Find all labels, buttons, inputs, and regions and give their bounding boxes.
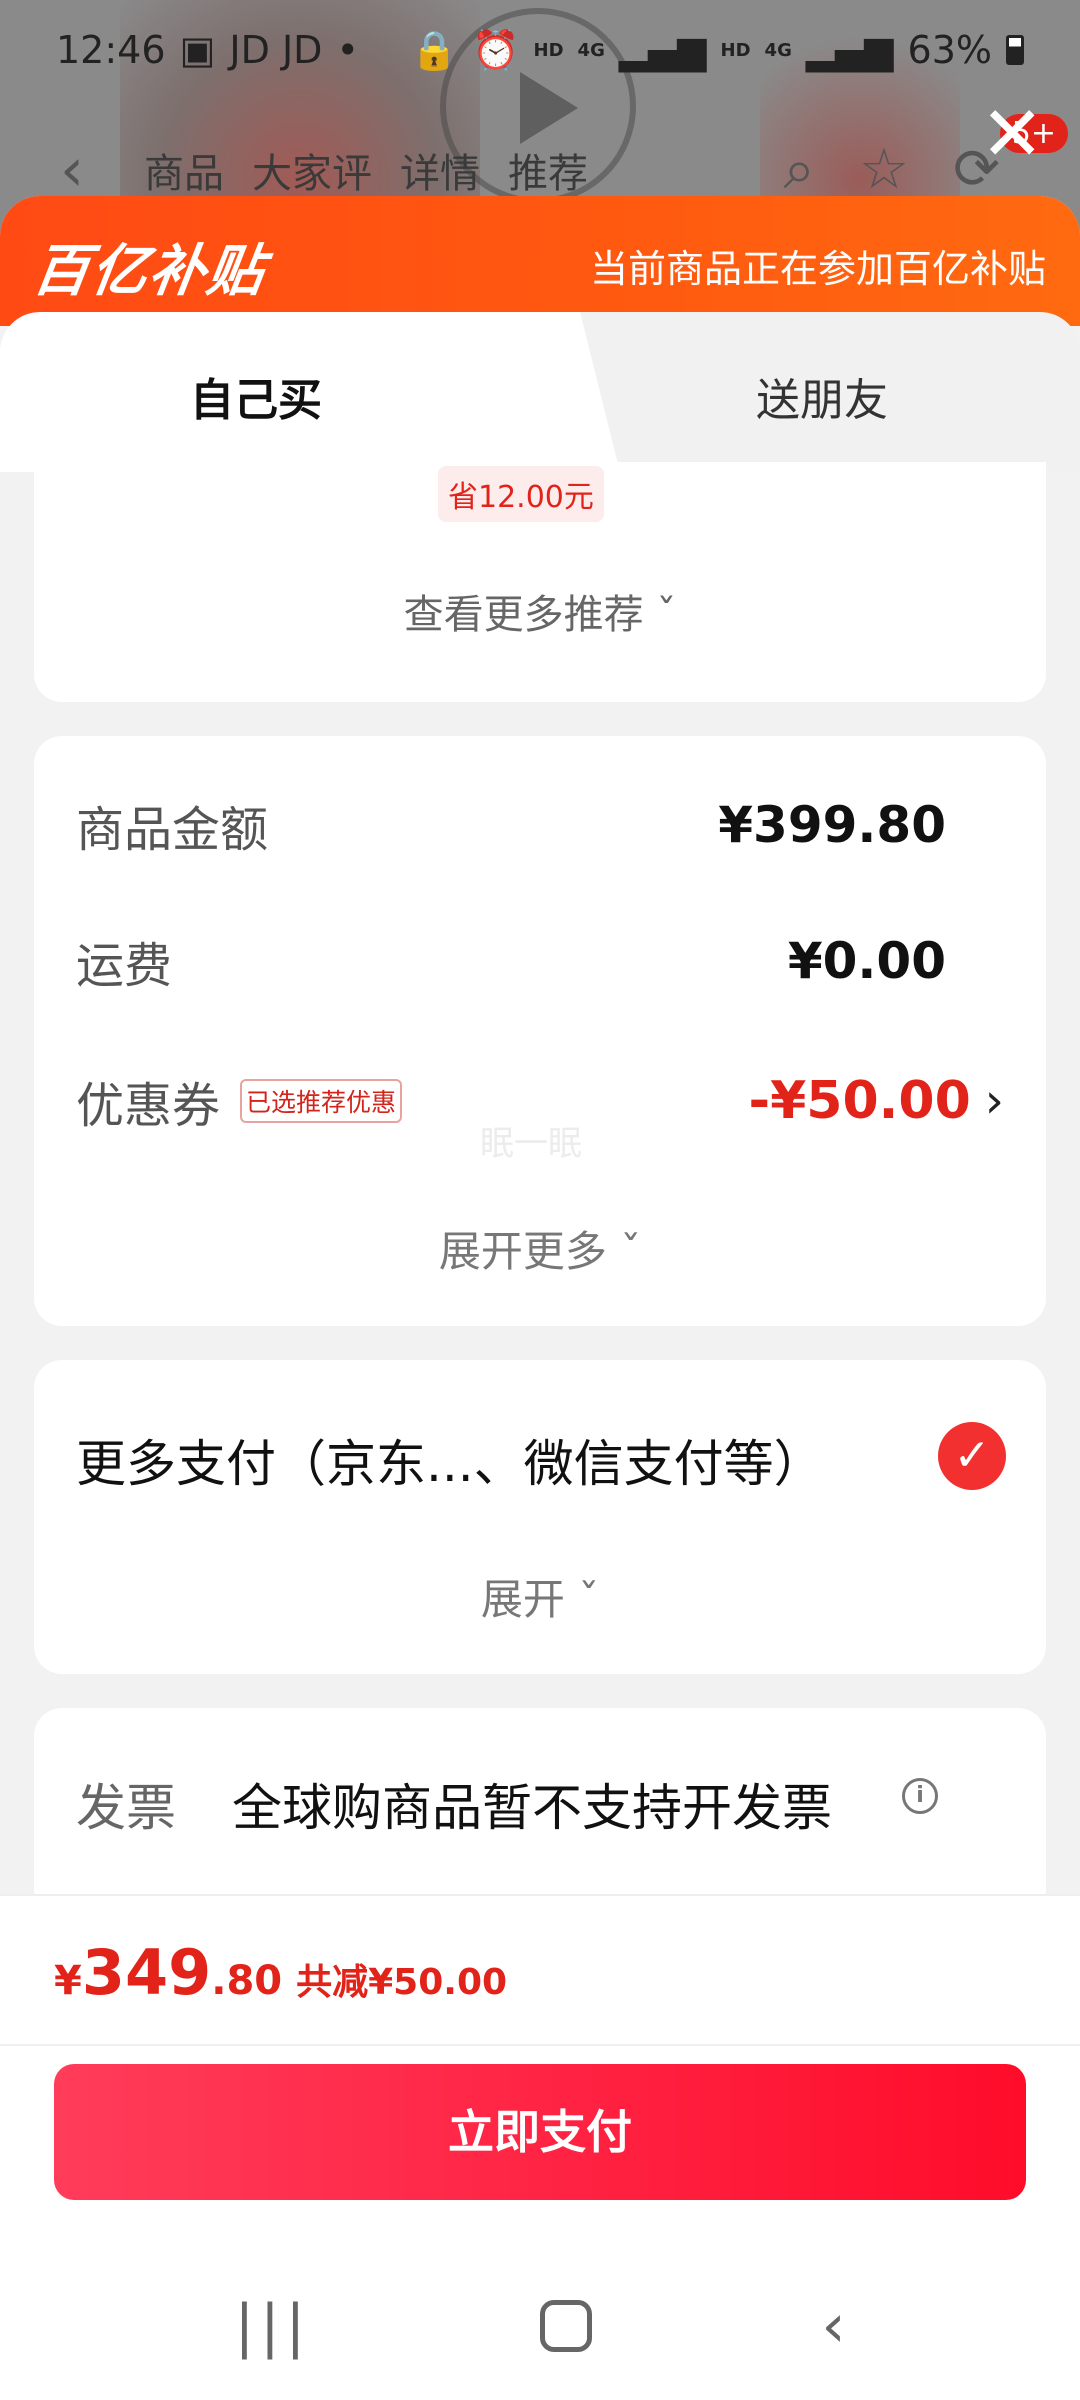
bg-tab-details: 详情	[400, 151, 480, 197]
status-bar: 12:46 ▣ JD JD • 🔒 ⏰ HD 4G ▂▄▆ HD 4G ▂▄▆ …	[0, 0, 1080, 100]
price-integer: 349	[81, 1936, 212, 2009]
signal-icon: ▂▄▆	[618, 28, 707, 72]
battery-percent: 63%	[907, 28, 992, 72]
total-savings: 共减¥50.00	[296, 1962, 508, 2003]
back-arrow-icon: ‹	[60, 135, 84, 205]
home-icon[interactable]	[540, 2300, 593, 2352]
goods-amount-row: 商品金额 ¥399.80	[76, 790, 1004, 860]
coupon-tag: 已选推荐优惠	[240, 1079, 403, 1123]
sheet-content[interactable]: 省12.00元 查看更多推荐 ˇ 商品金额 ¥399.80 运费 ¥0.00 优…	[0, 462, 1080, 1928]
tab-send-friend-label: 送朋友	[756, 375, 888, 426]
subsidy-banner: 百亿补贴 当前商品正在参加百亿补贴	[0, 196, 1080, 326]
signal-icon-2: ▂▄▆	[805, 28, 894, 72]
currency-symbol: ¥	[54, 1958, 82, 2004]
more-recommend-label: 查看更多推荐	[403, 592, 644, 638]
expand-payment-label: 展开	[480, 1575, 565, 1624]
tab-buy-myself-label: 自己买	[190, 375, 322, 426]
expand-more-link[interactable]: 展开更多 ˇ	[34, 1218, 1046, 1279]
chevron-down-icon: ˇ	[620, 1227, 642, 1276]
expand-more-label: 展开更多	[438, 1227, 607, 1276]
network-4g-indicator: 4G	[577, 39, 605, 61]
pay-now-button[interactable]: 立即支付	[54, 2064, 1026, 2200]
search-icon: ⌕	[783, 137, 815, 202]
info-icon[interactable]: i	[902, 1778, 938, 1814]
bg-tab-reviews: 大家评	[252, 151, 372, 197]
checkout-bar: ¥ 349 .80 共减¥50.00 立即支付 ||| ‹	[0, 1894, 1080, 2400]
price-decimal: .80	[211, 1958, 283, 2004]
tab-send-friend[interactable]: 送朋友	[540, 312, 1080, 472]
watermark-text: 眠一眠	[480, 1124, 582, 1164]
recent-apps-icon[interactable]: |||	[235, 2292, 312, 2360]
bg-tab-recommend: 推荐	[508, 151, 588, 197]
checkmark-icon[interactable]: ✓	[938, 1422, 1006, 1490]
notification-dot: •	[336, 28, 359, 72]
lock-icon: 🔒	[410, 27, 459, 72]
hd-indicator-2: HD	[720, 39, 751, 61]
coupon-value: -¥50.00	[748, 1071, 971, 1131]
star-icon: ☆	[858, 137, 910, 202]
chevron-right-icon: ›	[984, 1073, 1004, 1129]
coupon-label: 优惠券	[76, 1078, 221, 1134]
subsidy-logo: 百亿补贴	[28, 239, 270, 304]
chevron-down-icon: ˇ	[578, 1575, 600, 1624]
bg-tab-product: 商品	[144, 151, 224, 197]
goods-amount-label: 商品金额	[76, 802, 269, 858]
close-icon[interactable]: ✕	[980, 96, 1044, 172]
shipping-row: 运费 ¥0.00	[76, 926, 1004, 996]
payment-method-label: 更多支付（京东...、微信支付等）	[76, 1435, 824, 1493]
gallery-icon: ▣	[179, 28, 216, 72]
shipping-value: ¥0.00	[787, 932, 946, 990]
expand-payment-link[interactable]: 展开 ˇ	[34, 1566, 1046, 1627]
network-4g-indicator-2: 4G	[764, 39, 792, 61]
chevron-down-icon: ˇ	[656, 592, 677, 638]
invoice-label: 发票	[76, 1779, 176, 1837]
save-tag: 省12.00元	[438, 466, 604, 522]
purchase-tabs: 送朋友 自己买	[0, 312, 1080, 472]
recommend-card: 省12.00元 查看更多推荐 ˇ	[34, 462, 1046, 702]
notification-apps: JD JD	[229, 28, 323, 72]
alarm-icon: ⏰	[472, 27, 520, 72]
goods-amount-value: ¥399.80	[718, 796, 946, 854]
shipping-label: 运费	[76, 938, 173, 994]
payment-card[interactable]: 更多支付（京东...、微信支付等） ✓ 展开 ˇ	[34, 1360, 1046, 1674]
amount-card: 商品金额 ¥399.80 运费 ¥0.00 优惠券 已选推荐优惠 -¥50.00…	[34, 736, 1046, 1326]
divider	[0, 2044, 1080, 2046]
total-price: ¥ 349 .80 共减¥50.00	[54, 1936, 507, 2009]
hd-indicator: HD	[533, 39, 564, 61]
system-nav-bar: ||| ‹	[0, 2266, 1080, 2386]
battery-icon	[1006, 35, 1024, 65]
subsidy-note: 当前商品正在参加百亿补贴	[589, 247, 1046, 291]
back-icon[interactable]: ‹	[821, 2291, 845, 2361]
clock: 12:46	[56, 28, 166, 72]
invoice-text: 全球购商品暂不支持开发票	[232, 1779, 832, 1837]
more-recommend-link[interactable]: 查看更多推荐 ˇ	[34, 582, 1046, 640]
tab-buy-myself[interactable]: 自己买	[0, 312, 540, 472]
